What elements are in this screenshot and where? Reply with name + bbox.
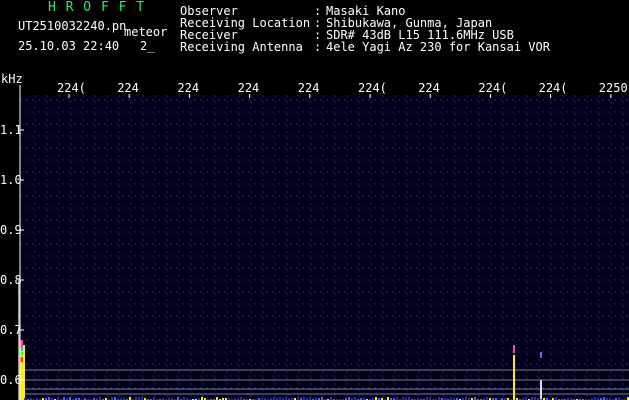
x-tick-label: 224 xyxy=(418,81,440,95)
y-axis-unit: kHz xyxy=(1,72,23,86)
y-tick-label: 1.0 xyxy=(0,173,22,187)
carrier-echo-cyan xyxy=(21,347,23,351)
meteor-echo-head xyxy=(513,345,515,353)
x-tick-label: 224 xyxy=(117,81,139,95)
meteor-echo-small-trail xyxy=(540,380,542,400)
y-tick-label: 0.7 xyxy=(0,323,22,337)
y-tick-label: 0.9 xyxy=(0,223,22,237)
x-tick-label: 224( xyxy=(539,81,568,95)
x-tick-label: 224 xyxy=(177,81,199,95)
plot-background xyxy=(20,95,629,400)
x-tick-label: 224 xyxy=(298,81,320,95)
meteor-echo-trail xyxy=(513,355,515,400)
x-tick-label: 224( xyxy=(57,81,86,95)
x-tick-label: 224( xyxy=(358,81,387,95)
x-tick-label: 2250 xyxy=(599,81,628,95)
y-tick-label: 1.1 xyxy=(0,123,22,137)
y-tick-label: 0.8 xyxy=(0,273,22,287)
spectrogram-plot: kHz 1.1 1.0 0.9 0.8 0.7 0.6 224( 224 224 224 224 2… xyxy=(0,72,629,400)
y-tick-label: 0.6 xyxy=(0,373,22,387)
x-tick-label: 224 xyxy=(238,81,260,95)
meteor-echo-small xyxy=(540,352,542,358)
x-tick-label: 224( xyxy=(478,81,507,95)
